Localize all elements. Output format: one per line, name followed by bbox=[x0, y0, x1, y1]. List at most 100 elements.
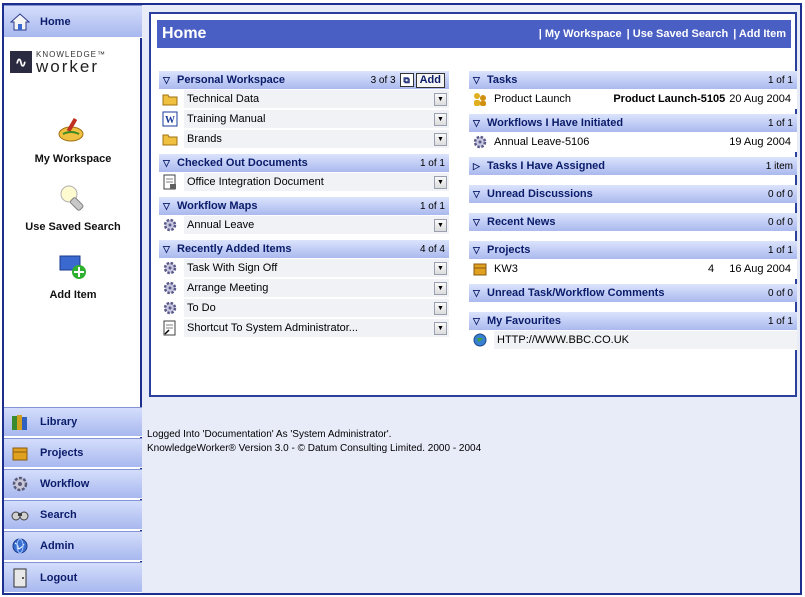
section-header-tasks[interactable]: ▽ Tasks 1 of 1 bbox=[469, 71, 797, 89]
section-tasks-assigned: ▷ Tasks I Have Assigned 1 item bbox=[469, 157, 797, 175]
item-name: Task With Sign Off bbox=[187, 262, 278, 274]
nav-library[interactable]: Library bbox=[4, 407, 142, 437]
section-header-workflows-initiated[interactable]: ▽ Workflows I Have Initiated 1 of 1 bbox=[469, 114, 797, 132]
section-count: 1 of 1 bbox=[767, 74, 793, 86]
folder-icon bbox=[161, 91, 179, 107]
copy-icon[interactable]: ⧉ bbox=[399, 73, 414, 87]
document-checked-out-icon bbox=[161, 174, 179, 190]
workflow-gear-icon bbox=[161, 260, 179, 276]
nav-search[interactable]: Search bbox=[4, 500, 142, 530]
folder-icon bbox=[161, 131, 179, 147]
workflow-gear-icon bbox=[161, 280, 179, 296]
item-menu-dropdown[interactable]: ▼ bbox=[434, 112, 447, 126]
section-workflows-initiated: ▽ Workflows I Have Initiated 1 of 1 Annu… bbox=[469, 114, 797, 152]
workspace-icon bbox=[56, 113, 90, 147]
item-menu-dropdown[interactable]: ▼ bbox=[434, 321, 447, 335]
expand-triangle-icon: ▷ bbox=[473, 160, 480, 171]
list-item[interactable]: Technical Data ▼ bbox=[159, 89, 449, 109]
section-count: 1 of 1 bbox=[767, 244, 793, 256]
item-name: Office Integration Document bbox=[187, 176, 324, 188]
shortcut-document-icon bbox=[161, 320, 179, 336]
collapse-triangle-icon: ▽ bbox=[163, 200, 170, 211]
section-checked-out-documents: ▽ Checked Out Documents 1 of 1 Office In… bbox=[159, 154, 449, 192]
add-button[interactable]: Add bbox=[415, 72, 445, 88]
section-title: Unread Task/Workflow Comments bbox=[487, 287, 665, 299]
nav-library-label: Library bbox=[40, 416, 78, 428]
nav-workflow-label: Workflow bbox=[40, 478, 90, 490]
section-count: 0 of 0 bbox=[767, 188, 793, 200]
item-name: To Do bbox=[187, 302, 216, 314]
collapse-triangle-icon: ▽ bbox=[473, 216, 480, 227]
item-menu-dropdown[interactable]: ▼ bbox=[434, 132, 447, 146]
item-menu-dropdown[interactable]: ▼ bbox=[434, 261, 447, 275]
collapse-triangle-icon: ▽ bbox=[473, 287, 480, 298]
list-item[interactable]: Brands ▼ bbox=[159, 129, 449, 149]
page-title: Home bbox=[162, 25, 207, 42]
section-header-recent-news[interactable]: ▽ Recent News 0 of 0 bbox=[469, 213, 797, 231]
workflow-gear-icon bbox=[10, 474, 30, 494]
list-item[interactable]: To Do ▼ bbox=[159, 298, 449, 318]
collapse-triangle-icon: ▽ bbox=[163, 157, 170, 168]
home-icon bbox=[10, 12, 30, 32]
shortcut-add-item[interactable]: Add Item bbox=[4, 249, 142, 301]
favourite-row[interactable]: HTTP://WWW.BBC.CO.UK bbox=[469, 330, 797, 350]
door-icon bbox=[10, 568, 30, 588]
list-item[interactable]: Task With Sign Off ▼ bbox=[159, 258, 449, 278]
section-header-projects[interactable]: ▽ Projects 1 of 1 bbox=[469, 241, 797, 259]
section-header-my-favourites[interactable]: ▽ My Favourites 1 of 1 bbox=[469, 312, 797, 330]
shortcut-my-workspace[interactable]: My Workspace bbox=[4, 113, 142, 165]
list-item[interactable]: Annual Leave ▼ bbox=[159, 215, 449, 235]
workflow-name: Annual Leave-5106 bbox=[494, 136, 590, 148]
section-unread-discussions: ▽ Unread Discussions 0 of 0 bbox=[469, 185, 797, 203]
link-use-saved-search[interactable]: | Use Saved Search bbox=[627, 28, 729, 40]
section-header-personal-workspace[interactable]: ▽ Personal Workspace 3 of 3 ⧉ Add bbox=[159, 71, 449, 89]
item-menu-dropdown[interactable]: ▼ bbox=[434, 92, 447, 106]
add-item-icon bbox=[56, 249, 90, 283]
link-add-item[interactable]: | Add Item bbox=[733, 28, 786, 40]
nav-logout[interactable]: Logout bbox=[4, 562, 142, 593]
section-count: 1 of 1 bbox=[419, 200, 445, 212]
section-title: Tasks bbox=[487, 74, 518, 86]
item-menu-dropdown[interactable]: ▼ bbox=[434, 281, 447, 295]
logo-line2: worker bbox=[36, 56, 100, 76]
list-item[interactable]: Office Integration Document ▼ bbox=[159, 172, 449, 192]
nav-workflow[interactable]: Workflow bbox=[4, 469, 142, 499]
section-header-unread-discussions[interactable]: ▽ Unread Discussions 0 of 0 bbox=[469, 185, 797, 203]
workflow-row[interactable]: Annual Leave-5106 19 Aug 2004 bbox=[469, 132, 797, 152]
flashlight-icon bbox=[56, 181, 90, 215]
binoculars-icon bbox=[10, 505, 30, 525]
section-personal-workspace: ▽ Personal Workspace 3 of 3 ⧉ Add Techni… bbox=[159, 71, 449, 149]
item-menu-dropdown[interactable]: ▼ bbox=[434, 301, 447, 315]
section-title: My Favourites bbox=[487, 315, 561, 327]
workflow-gear-icon bbox=[471, 134, 489, 150]
task-date: 20 Aug 2004 bbox=[729, 93, 791, 105]
shortcut-my-workspace-label: My Workspace bbox=[34, 153, 112, 165]
item-menu-dropdown[interactable]: ▼ bbox=[434, 175, 447, 189]
section-header-checked-out[interactable]: ▽ Checked Out Documents 1 of 1 bbox=[159, 154, 449, 172]
project-row[interactable]: KW3 4 16 Aug 2004 bbox=[469, 259, 797, 279]
project-name: KW3 bbox=[494, 263, 518, 275]
nav-home[interactable]: Home bbox=[4, 5, 142, 38]
task-row[interactable]: Product Launch Product Launch-5105 20 Au… bbox=[469, 89, 797, 109]
nav-projects[interactable]: Projects bbox=[4, 438, 142, 468]
section-count: 1 of 1 bbox=[767, 117, 793, 129]
link-my-workspace[interactable]: | My Workspace bbox=[539, 28, 622, 40]
workflow-gear-icon bbox=[161, 300, 179, 316]
list-item[interactable]: Shortcut To System Administrator... ▼ bbox=[159, 318, 449, 338]
section-header-recently-added[interactable]: ▽ Recently Added Items 4 of 4 bbox=[159, 240, 449, 258]
section-my-favourites: ▽ My Favourites 1 of 1 HTTP://WWW.BBC.CO… bbox=[469, 312, 797, 350]
favourite-url[interactable]: HTTP://WWW.BBC.CO.UK bbox=[497, 334, 797, 346]
nav-search-label: Search bbox=[40, 509, 77, 521]
item-name: Annual Leave bbox=[187, 219, 255, 231]
section-title: Recent News bbox=[487, 216, 556, 228]
list-item[interactable]: W Training Manual ▼ bbox=[159, 109, 449, 129]
shortcut-saved-search[interactable]: Use Saved Search bbox=[4, 181, 142, 233]
item-menu-dropdown[interactable]: ▼ bbox=[434, 218, 447, 232]
project-date: 16 Aug 2004 bbox=[729, 263, 791, 275]
nav-admin[interactable]: Admin bbox=[4, 531, 142, 561]
section-count: 1 of 1 bbox=[767, 315, 793, 327]
section-header-tasks-assigned[interactable]: ▷ Tasks I Have Assigned 1 item bbox=[469, 157, 797, 175]
section-header-unread-comments[interactable]: ▽ Unread Task/Workflow Comments 0 of 0 bbox=[469, 284, 797, 302]
section-header-workflow-maps[interactable]: ▽ Workflow Maps 1 of 1 bbox=[159, 197, 449, 215]
list-item[interactable]: Arrange Meeting ▼ bbox=[159, 278, 449, 298]
